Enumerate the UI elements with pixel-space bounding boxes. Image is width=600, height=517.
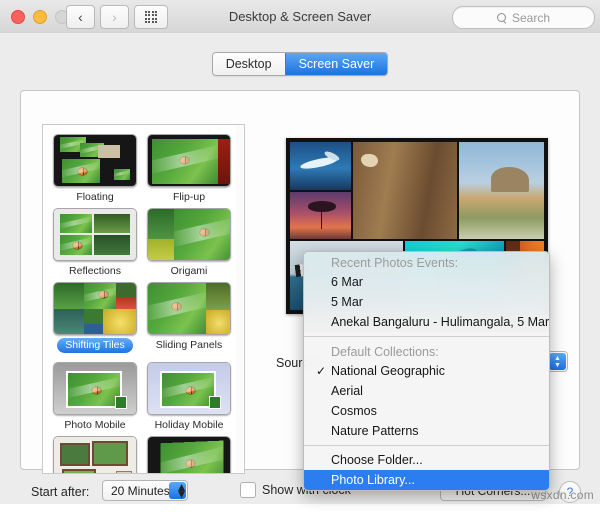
screen-saver-item-reflections[interactable]: Reflections bbox=[53, 208, 137, 279]
menu-item-aerial[interactable]: Aerial bbox=[304, 381, 549, 401]
screen-saver-label: Holiday Mobile bbox=[155, 419, 224, 431]
list-scrollbar[interactable] bbox=[236, 126, 243, 474]
menu-item-cosmos[interactable]: Cosmos bbox=[304, 401, 549, 421]
screen-saver-label: Origami bbox=[171, 265, 208, 277]
menu-separator bbox=[304, 445, 549, 446]
thumbnail bbox=[53, 282, 137, 335]
screen-saver-item-origami[interactable]: Origami bbox=[147, 208, 231, 279]
menu-item-label: National Geographic bbox=[331, 364, 445, 378]
menu-item-national-geographic[interactable]: ✓ National Geographic bbox=[304, 361, 549, 381]
menu-item-anekal-bangaluru[interactable]: Anekal Bangaluru - Hulimangala, 5 Mar bbox=[304, 312, 549, 332]
tab-bar: Desktop Screen Saver bbox=[0, 52, 600, 76]
screen-saver-item-photo-wall[interactable] bbox=[53, 436, 137, 474]
screen-saver-item-vintage-prints[interactable] bbox=[147, 436, 231, 474]
screen-saver-item-holiday-mobile[interactable]: Holiday Mobile bbox=[147, 362, 231, 433]
menu-item-photo-library[interactable]: Photo Library... bbox=[304, 470, 549, 490]
popup-arrows-icon: ▲▼ bbox=[549, 353, 566, 370]
preview-tile-whale-underwater bbox=[290, 142, 351, 190]
window-titlebar: ‹ › Desktop & Screen Saver Search bbox=[0, 0, 600, 34]
screen-saver-label: Floating bbox=[76, 191, 113, 203]
screen-saver-item-sliding-panels[interactable]: Sliding Panels bbox=[147, 282, 231, 359]
source-dropdown-menu[interactable]: Recent Photos Events: 6 Mar 5 Mar Anekal… bbox=[303, 251, 550, 491]
menu-item-6-mar[interactable]: 6 Mar bbox=[304, 272, 549, 292]
screen-saver-label: Sliding Panels bbox=[156, 339, 223, 351]
screen-saver-item-photo-mobile[interactable]: Photo Mobile bbox=[53, 362, 137, 433]
menu-recent-section: Recent Photos Events: 6 Mar 5 Mar Anekal… bbox=[304, 252, 549, 332]
preview-tile-cliff-climber bbox=[353, 142, 457, 239]
preview-tile-acacia-sunset bbox=[290, 192, 351, 239]
menu-item-nature-patterns[interactable]: Nature Patterns bbox=[304, 421, 549, 441]
thumbnail bbox=[53, 436, 137, 474]
checkmark-icon: ✓ bbox=[316, 363, 326, 379]
menu-item-5-mar[interactable]: 5 Mar bbox=[304, 292, 549, 312]
start-after-value: 20 Minutes bbox=[103, 484, 170, 498]
menu-section-header-recent: Recent Photos Events: bbox=[304, 252, 549, 272]
thumbnail bbox=[53, 362, 137, 415]
thumbnail bbox=[147, 362, 231, 415]
start-after-popup-button[interactable]: 20 Minutes ▲▼ bbox=[102, 480, 188, 501]
screen-saver-label: Photo Mobile bbox=[64, 419, 125, 431]
menu-separator bbox=[304, 336, 549, 337]
screen-saver-item-floating[interactable]: Floating bbox=[53, 134, 137, 205]
screen-saver-item-shifting-tiles[interactable]: Shifting Tiles bbox=[53, 282, 137, 359]
preview-tile-misty-mountain bbox=[459, 142, 544, 239]
screen-saver-list[interactable]: Floating Flip-up bbox=[42, 124, 245, 474]
thumbnail bbox=[147, 436, 231, 474]
screen-saver-item-flip-up[interactable]: Flip-up bbox=[147, 134, 231, 205]
tab-screen-saver[interactable]: Screen Saver bbox=[285, 53, 388, 75]
tab-desktop[interactable]: Desktop bbox=[213, 53, 285, 75]
show-clock-checkbox[interactable] bbox=[240, 482, 256, 498]
menu-item-choose-folder[interactable]: Choose Folder... bbox=[304, 450, 549, 470]
screen-saver-grid: Floating Flip-up bbox=[43, 125, 244, 474]
thumbnail bbox=[147, 134, 231, 187]
search-icon bbox=[497, 13, 507, 23]
search-placeholder: Search bbox=[512, 11, 550, 25]
thumbnail bbox=[53, 208, 137, 261]
thumbnail bbox=[53, 134, 137, 187]
screen-saver-label: Shifting Tiles bbox=[57, 338, 133, 353]
screen-saver-label: Flip-up bbox=[173, 191, 205, 203]
menu-section-header-default: Default Collections: bbox=[304, 341, 549, 361]
popup-arrows-icon: ▲▼ bbox=[169, 482, 186, 499]
start-after-label: Start after: bbox=[31, 485, 89, 499]
search-input[interactable]: Search bbox=[452, 6, 595, 29]
thumbnail bbox=[147, 282, 231, 335]
thumbnail bbox=[147, 208, 231, 261]
screen-saver-label: Reflections bbox=[69, 265, 121, 277]
